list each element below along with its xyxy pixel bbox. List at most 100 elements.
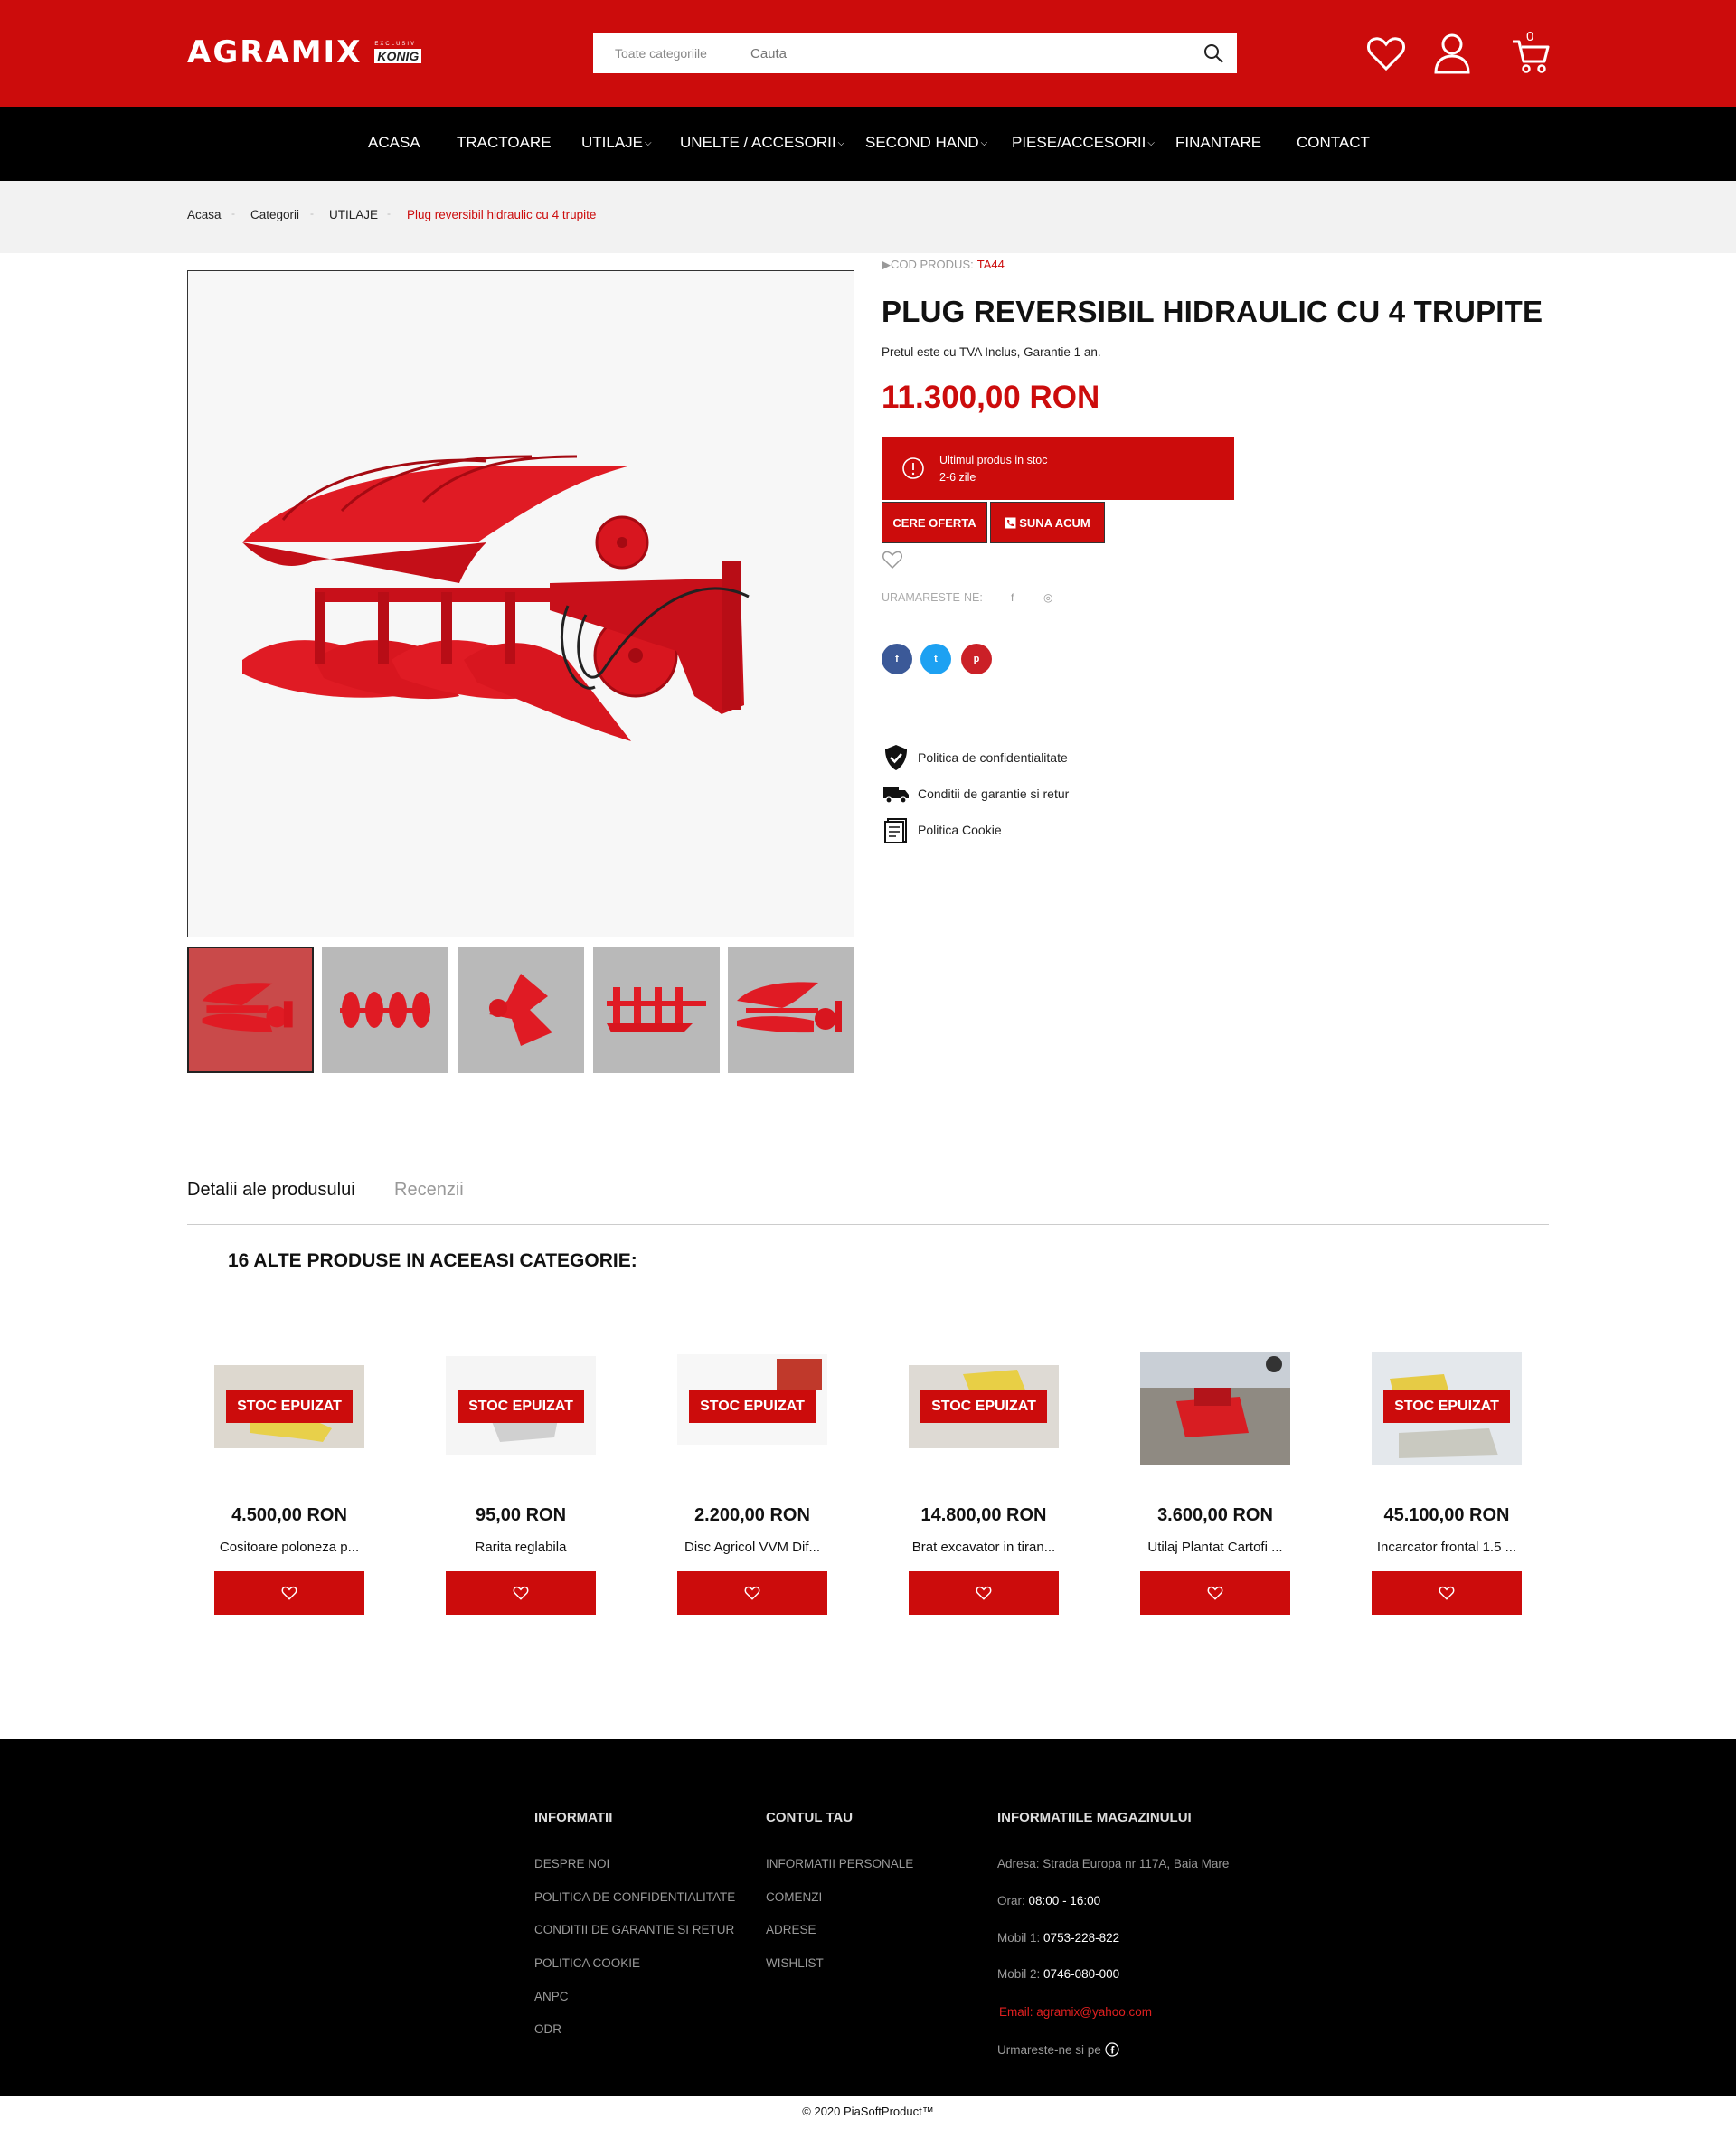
- thumbnail-image: [489, 974, 552, 1046]
- footer-link-wishlist[interactable]: WISHLIST: [766, 1956, 824, 1970]
- footer-link-odr[interactable]: ODR: [534, 2022, 561, 2036]
- tab-product-details[interactable]: Detalii ale produsului: [187, 1180, 355, 1201]
- related-product-name[interactable]: Cositoare poloneza p...: [214, 1540, 364, 1555]
- nav-item-second-hand[interactable]: SECOND HAND ⌵: [865, 134, 987, 152]
- nav-item-tractoare[interactable]: TRACTOARE: [457, 134, 552, 152]
- product-code-label: ▶COD PRODUS:: [882, 258, 974, 271]
- stock-text: Ultimul produs in stoc: [939, 454, 1048, 466]
- facebook-icon[interactable]: [1105, 2042, 1119, 2057]
- related-product-price: 2.200,00 RON: [694, 1505, 810, 1525]
- product-thumbnail-2[interactable]: [322, 947, 448, 1073]
- policy-cookie-link[interactable]: Politica Cookie: [882, 815, 1002, 844]
- related-product-name[interactable]: Rarita reglabila: [446, 1540, 596, 1555]
- phone-icon: [1005, 517, 1016, 528]
- product-main-image[interactable]: [187, 270, 854, 937]
- shield-check-icon: [885, 745, 907, 770]
- out-of-stock-badge: STOC EPUIZAT: [1383, 1390, 1510, 1423]
- related-product-name[interactable]: Incarcator frontal 1.5 ...: [1372, 1540, 1522, 1555]
- share-pinterest-icon[interactable]: p: [961, 644, 992, 674]
- heart-icon: [976, 1586, 992, 1600]
- user-account-icon[interactable]: [1431, 31, 1473, 76]
- related-product-name[interactable]: Utilaj Plantat Cartofi ...: [1140, 1540, 1290, 1555]
- wishlist-button[interactable]: [446, 1571, 596, 1615]
- nav-item-unelte-accesorii[interactable]: UNELTE / ACCESORII ⌵: [680, 134, 844, 152]
- breadcrumb-categorii[interactable]: Categorii: [250, 208, 299, 221]
- site-logo[interactable]: AGRAMIX EXCLUSIV KONIG: [187, 34, 422, 71]
- search-category-select[interactable]: Toate categoriile: [615, 46, 750, 61]
- policy-warranty-link[interactable]: Conditii de garantie si retur: [882, 779, 1069, 808]
- heart-icon: [1439, 1586, 1455, 1600]
- policy-label: Politica Cookie: [918, 823, 1002, 837]
- nav-label: UTILAJE: [581, 134, 644, 151]
- facebook-icon[interactable]: f: [1011, 591, 1014, 604]
- chevron-down-icon: ⌵: [645, 138, 652, 148]
- share-facebook-icon[interactable]: f: [882, 644, 912, 674]
- breadcrumb-home[interactable]: Acasa: [187, 208, 222, 221]
- out-of-stock-badge: STOC EPUIZAT: [226, 1390, 353, 1423]
- mobile-2-label: Mobil 2:: [997, 1967, 1041, 1981]
- wishlist-button[interactable]: [214, 1571, 364, 1615]
- out-of-stock-badge: STOC EPUIZAT: [458, 1390, 584, 1423]
- wishlist-button[interactable]: [909, 1571, 1059, 1615]
- nav-item-utilaje[interactable]: UTILAJE ⌵: [581, 134, 652, 152]
- button-label: CERE OFERTA: [892, 515, 976, 530]
- policy-label: Conditii de garantie si retur: [918, 787, 1070, 801]
- heart-icon: [513, 1586, 529, 1600]
- nav-item-piese-accesorii[interactable]: PIESE/ACCESORII ⌵: [1012, 134, 1155, 152]
- heart-icon: [1207, 1586, 1223, 1600]
- product-thumbnail-3[interactable]: [458, 947, 584, 1073]
- wishlist-button[interactable]: [677, 1571, 827, 1615]
- request-offer-button[interactable]: CERE OFERTA: [882, 502, 987, 543]
- breadcrumb-separator: -: [387, 207, 391, 220]
- chevron-down-icon: ⌵: [837, 138, 845, 148]
- footer-heading-magazin: INFORMATIILE MAGAZINULUI: [997, 1810, 1192, 1825]
- top-header: AGRAMIX EXCLUSIV KONIG Toate categoriile…: [0, 0, 1736, 107]
- breadcrumb: Acasa - Categorii - UTILAJE - Plug rever…: [0, 181, 1736, 253]
- search-input[interactable]: [750, 45, 1184, 61]
- store-hours: Orar: 08:00 - 16:00: [997, 1894, 1100, 1908]
- thumbnail-image: [202, 983, 293, 1032]
- mobile-1-label: Mobil 1:: [997, 1931, 1041, 1945]
- footer-link-adrese[interactable]: ADRESE: [766, 1923, 816, 1936]
- nav-label: TRACTOARE: [457, 134, 552, 151]
- footer-link-informatii-personale[interactable]: INFORMATII PERSONALE: [766, 1857, 913, 1870]
- stock-status-box: Ultimul produs in stoc 2-6 zile: [882, 437, 1234, 500]
- search-icon[interactable]: [1203, 42, 1224, 64]
- delivery-time: 2-6 zile: [939, 471, 976, 484]
- store-hours-value: 08:00 - 16:00: [1028, 1894, 1101, 1908]
- product-thumbnail-4[interactable]: [593, 947, 720, 1073]
- footer-link-cookie[interactable]: POLITICA COOKIE: [534, 1956, 640, 1970]
- footer-link-anpc[interactable]: ANPC: [534, 1990, 569, 2003]
- wishlist-button[interactable]: [1140, 1571, 1290, 1615]
- store-email-link[interactable]: Email: agramix@yahoo.com: [999, 2005, 1152, 2019]
- breadcrumb-utilaje[interactable]: UTILAJE: [329, 208, 378, 221]
- add-to-wishlist-heart-icon[interactable]: [882, 549, 903, 570]
- nav-item-acasa[interactable]: ACASA: [368, 134, 420, 152]
- share-twitter-icon[interactable]: t: [920, 644, 951, 674]
- related-product-name[interactable]: Brat excavator in tiran...: [909, 1540, 1059, 1555]
- follow-us-label: URAMARESTE-NE:: [882, 591, 983, 604]
- related-product-name[interactable]: Disc Agricol VVM Dif...: [677, 1540, 827, 1555]
- footer-link-despre-noi[interactable]: DESPRE NOI: [534, 1857, 609, 1870]
- instagram-icon[interactable]: ◎: [1043, 591, 1052, 604]
- nav-item-finantare[interactable]: FINANTARE: [1175, 134, 1261, 152]
- breadcrumb-separator: -: [231, 207, 235, 220]
- product-thumbnail-5[interactable]: [728, 947, 854, 1073]
- call-now-button[interactable]: SUNA ACUM: [990, 502, 1105, 543]
- nav-item-contact[interactable]: CONTACT: [1297, 134, 1370, 152]
- breadcrumb-separator: -: [310, 207, 314, 220]
- wishlist-heart-icon[interactable]: [1365, 31, 1407, 76]
- footer-link-confidentialitate[interactable]: POLITICA DE CONFIDENTIALITATE: [534, 1890, 735, 1904]
- product-thumbnail-1[interactable]: [187, 947, 314, 1073]
- mobile-2-value[interactable]: 0746-080-000: [1043, 1967, 1119, 1981]
- footer-link-comenzi[interactable]: COMENZI: [766, 1890, 822, 1904]
- nav-label: ACASA: [368, 134, 420, 151]
- wishlist-button[interactable]: [1372, 1571, 1522, 1615]
- footer-link-garantie-retur[interactable]: CONDITII DE GARANTIE SI RETUR: [534, 1923, 734, 1936]
- related-product-image[interactable]: [1140, 1352, 1290, 1465]
- policy-privacy-link[interactable]: Politica de confidentialitate: [882, 743, 1068, 772]
- tab-reviews[interactable]: Recenzii: [394, 1180, 464, 1201]
- related-product-price: 95,00 RON: [475, 1505, 567, 1525]
- mobile-1-value[interactable]: 0753-228-822: [1043, 1931, 1119, 1945]
- delivery-truck-icon: [883, 787, 909, 804]
